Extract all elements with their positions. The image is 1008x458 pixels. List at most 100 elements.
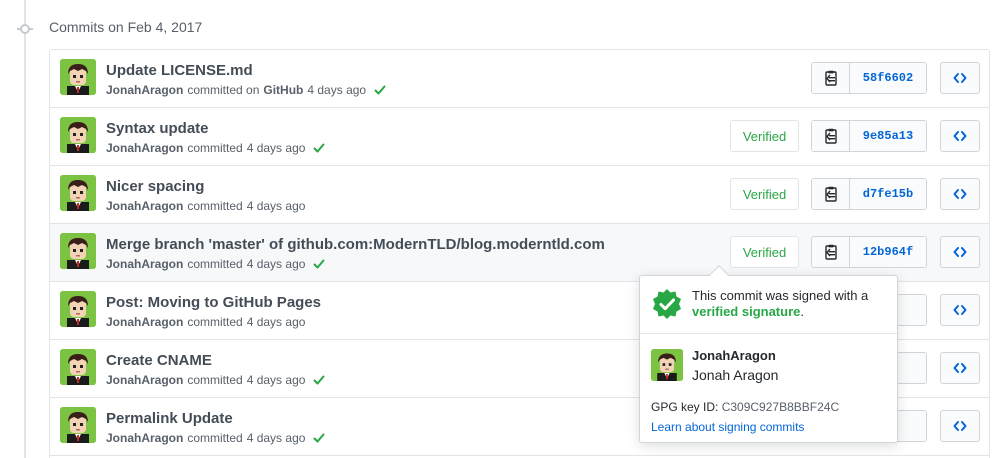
code-icon (953, 247, 967, 257)
day-header: Commits on Feb 4, 2017 (49, 19, 203, 35)
commit-row: Merge branch 'master' of github.com:Mode… (50, 224, 989, 282)
avatar[interactable] (60, 407, 96, 443)
commit-message[interactable]: Nicer spacing (106, 178, 204, 195)
check-icon[interactable] (313, 432, 325, 444)
copy-sha-button[interactable] (812, 63, 850, 93)
commit-time: 4 days ago (307, 83, 367, 97)
commit-action: committed (187, 373, 243, 387)
avatar[interactable] (60, 175, 96, 211)
commit-row: Syntax update JonahAragon committed 4 days … (50, 108, 989, 166)
popover-period: . (800, 304, 804, 319)
commit-time: 4 days ago (246, 373, 306, 387)
commit-message[interactable]: Post: Moving to GitHub Pages (106, 294, 321, 311)
avatar[interactable] (60, 233, 96, 269)
commit-message[interactable]: Merge branch 'master' of github.com:Mode… (106, 236, 605, 253)
sha-button-group: 9e85a13 (811, 120, 927, 152)
code-icon (953, 73, 967, 83)
commit-row: Nicer spacing JonahAragon committed 4 days … (50, 166, 989, 224)
commit-meta: JonahAragon committed 4 days ago (106, 199, 305, 213)
code-icon (953, 421, 967, 431)
verified-shield-icon (653, 289, 681, 319)
clippy-icon (824, 70, 837, 86)
check-icon[interactable] (313, 142, 325, 154)
commit-time: 4 days ago (246, 199, 306, 213)
clippy-icon (824, 244, 837, 260)
commit-time: 4 days ago (246, 257, 306, 271)
gpg-key-id: C309C927B8BBF24C (721, 400, 840, 414)
code-icon (953, 363, 967, 373)
timeline-line (24, 0, 26, 458)
avatar[interactable] (651, 349, 683, 381)
verified-badge[interactable]: Verified (730, 178, 799, 210)
commit-author[interactable]: JonahAragon (106, 141, 183, 155)
commit-action: committed (187, 315, 243, 329)
copy-sha-button[interactable] (812, 237, 850, 267)
commit-meta: JonahAragon committed 4 days ago (106, 373, 325, 387)
commit-action: committed (187, 431, 243, 445)
copy-sha-button[interactable] (812, 179, 850, 209)
commit-time: 4 days ago (246, 315, 306, 329)
git-commit-icon (17, 24, 33, 34)
signature-popover: This commit was signed with a verified s… (639, 265, 898, 443)
verified-badge[interactable]: Verified (730, 236, 799, 268)
commit-author[interactable]: JonahAragon (106, 257, 183, 271)
popover-signer: JonahAragon Jonah Aragon (640, 334, 897, 390)
code-icon (953, 189, 967, 199)
commit-time: 4 days ago (246, 141, 306, 155)
popover-header: This commit was signed with a verified s… (640, 276, 897, 334)
copy-sha-button[interactable] (812, 121, 850, 151)
committer-via: GitHub (263, 83, 304, 97)
signer-full-name: Jonah Aragon (692, 367, 779, 383)
browse-repo-button[interactable] (940, 294, 980, 326)
commit-action: committed (187, 199, 243, 213)
gpg-key-info: GPG key ID: C309C927B8BBF24C (640, 390, 897, 414)
learn-signing-link[interactable]: Learn about signing commits (640, 414, 897, 434)
check-icon[interactable] (313, 258, 325, 270)
commit-author[interactable]: JonahAragon (106, 199, 183, 213)
avatar[interactable] (60, 291, 96, 327)
commit-message[interactable]: Update LICENSE.md (106, 62, 253, 79)
commit-message[interactable]: Create CNAME (106, 352, 212, 369)
signer-login[interactable]: JonahAragon (692, 348, 897, 363)
sha-button-group: d7fe15b (811, 178, 927, 210)
commit-sha-link[interactable]: d7fe15b (850, 179, 926, 209)
commit-action: committed on (187, 83, 260, 97)
commit-action: committed (187, 257, 243, 271)
commit-action: committed (187, 141, 243, 155)
check-icon[interactable] (374, 84, 386, 96)
browse-repo-button[interactable] (940, 410, 980, 442)
commit-sha-link[interactable]: 12b964f (850, 237, 926, 267)
commit-author[interactable]: JonahAragon (106, 431, 183, 445)
commit-sha-link[interactable]: 58f6602 (850, 63, 926, 93)
commit-meta: JonahAragon committed 4 days ago (106, 141, 325, 155)
popover-message: This commit was signed with a (692, 288, 869, 303)
browse-repo-button[interactable] (940, 178, 980, 210)
avatar[interactable] (60, 117, 96, 153)
commit-meta: JonahAragon committed 4 days ago (106, 431, 325, 445)
commit-row: Update LICENSE.md JonahAragon committed on… (50, 50, 989, 108)
verified-badge[interactable]: Verified (730, 120, 799, 152)
check-icon[interactable] (313, 374, 325, 386)
commit-author[interactable]: JonahAragon (106, 373, 183, 387)
avatar[interactable] (60, 59, 96, 95)
clippy-icon (824, 186, 837, 202)
verified-signature-link[interactable]: verified signature (692, 304, 800, 319)
commit-message[interactable]: Syntax update (106, 120, 209, 137)
commit-time: 4 days ago (246, 431, 306, 445)
browse-repo-button[interactable] (940, 120, 980, 152)
commit-message[interactable]: Permalink Update (106, 410, 233, 427)
commit-meta: JonahAragon committed on GitHub 4 days ago (106, 83, 386, 97)
commit-meta: JonahAragon committed 4 days ago (106, 257, 325, 271)
commit-author[interactable]: JonahAragon (106, 83, 183, 97)
browse-repo-button[interactable] (940, 236, 980, 268)
clippy-icon (824, 128, 837, 144)
gpg-key-label: GPG key ID: (651, 400, 719, 414)
browse-repo-button[interactable] (940, 62, 980, 94)
sha-button-group: 12b964f (811, 236, 927, 268)
commit-sha-link[interactable]: 9e85a13 (850, 121, 926, 151)
code-icon (953, 305, 967, 315)
commit-author[interactable]: JonahAragon (106, 315, 183, 329)
browse-repo-button[interactable] (940, 352, 980, 384)
avatar[interactable] (60, 349, 96, 385)
sha-button-group: 58f6602 (811, 62, 927, 94)
